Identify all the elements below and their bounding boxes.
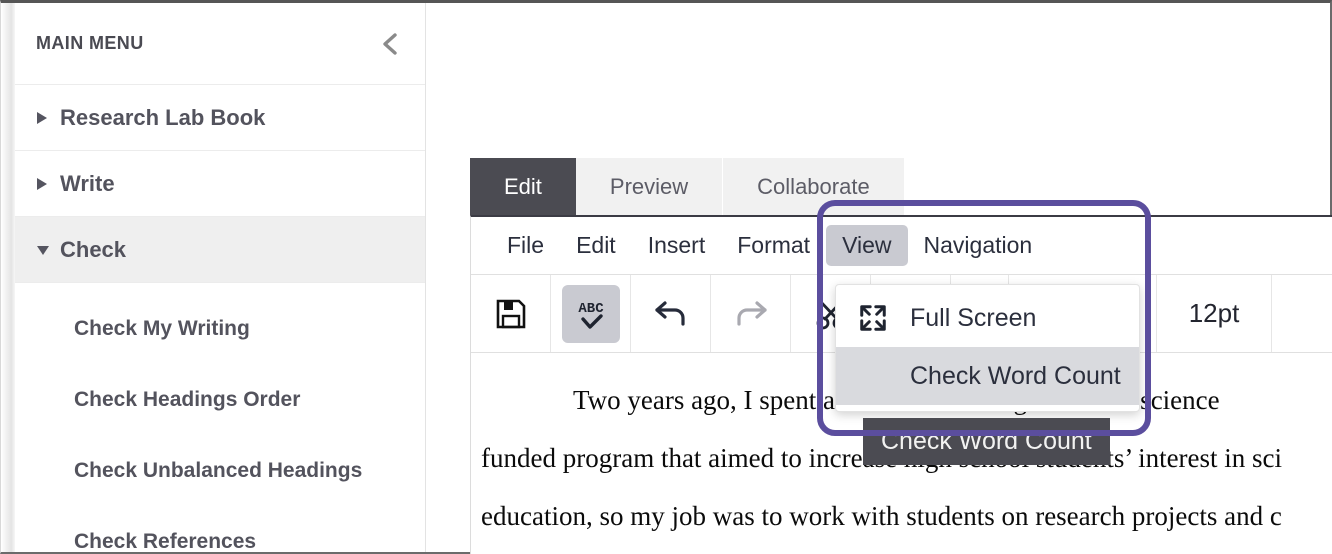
redo-arrow-icon[interactable]: [722, 285, 780, 343]
left-edge-gutter: [1, 3, 15, 552]
tab-preview[interactable]: Preview: [576, 158, 723, 215]
sidebar-item-label: Check References: [74, 530, 256, 554]
sidebar-group-label: Research Lab Book: [60, 105, 265, 131]
font-size-value: 12pt: [1189, 298, 1240, 329]
tab-label: Collaborate: [757, 174, 870, 200]
menu-label: Edit: [576, 232, 616, 258]
menu-label: Format: [737, 232, 810, 258]
menu-format[interactable]: Format: [721, 225, 826, 266]
sidebar-group-check[interactable]: Check: [15, 217, 425, 283]
sidebar-header: MAIN MENU: [15, 3, 425, 85]
triangle-right-icon: [36, 177, 54, 191]
editor-tabs: Edit Preview Collaborate: [470, 158, 905, 215]
toolbar-redo-cell[interactable]: [711, 275, 791, 352]
app-window: MAIN MENU Research Lab Book Write Che: [0, 0, 1332, 554]
sidebar-group-research-lab-book[interactable]: Research Lab Book: [15, 85, 425, 151]
sidebar-item-check-references[interactable]: Check References: [15, 506, 425, 554]
menu-label: View: [842, 232, 891, 258]
toolbar-undo-cell[interactable]: [631, 275, 711, 352]
sidebar-item-label: Check Unbalanced Headings: [74, 459, 362, 483]
sidebar-item-check-unbalanced-headings[interactable]: Check Unbalanced Headings: [15, 435, 425, 506]
sidebar-item-label: Check My Writing: [74, 317, 250, 341]
menu-label: File: [507, 232, 544, 258]
sidebar-group-label: Check: [60, 237, 126, 263]
editor-menubar: File Edit Insert Format View Navigation: [471, 217, 1332, 275]
sidebar-item-check-my-writing[interactable]: Check My Writing: [15, 293, 425, 364]
menu-navigation[interactable]: Navigation: [908, 225, 1049, 266]
toolbar-save-cell[interactable]: [471, 275, 551, 352]
tooltip-label: Check Word Count: [881, 427, 1092, 455]
sidebar-title: MAIN MENU: [36, 33, 144, 54]
menu-edit[interactable]: Edit: [560, 225, 632, 266]
tab-label: Edit: [504, 174, 542, 200]
save-floppy-icon[interactable]: [482, 285, 540, 343]
toolbar-spellcheck-cell[interactable]: ABC: [551, 275, 631, 352]
triangle-down-icon: [36, 244, 54, 256]
font-size-select[interactable]: 12pt: [1157, 275, 1272, 352]
editor-region: Edit Preview Collaborate File Edit Inser…: [427, 3, 1330, 552]
sidebar-item-check-headings-order[interactable]: Check Headings Order: [15, 364, 425, 435]
menu-label: Navigation: [924, 232, 1033, 258]
tab-edit[interactable]: Edit: [470, 158, 576, 215]
view-dropdown-menu: Full Screen Check Word Count: [835, 284, 1140, 412]
menu-label: Insert: [648, 232, 706, 258]
undo-arrow-icon[interactable]: [642, 285, 700, 343]
chevron-left-icon[interactable]: [379, 30, 401, 58]
sidebar-group-write[interactable]: Write: [15, 151, 425, 217]
sidebar: MAIN MENU Research Lab Book Write Che: [15, 3, 426, 552]
document-line: education, so my job was to work with st…: [481, 487, 1332, 545]
expand-fullscreen-icon: [858, 303, 910, 333]
sidebar-group-label: Write: [60, 171, 115, 197]
menu-insert[interactable]: Insert: [632, 225, 722, 266]
tooltip-check-word-count: Check Word Count: [863, 418, 1110, 465]
menu-item-label: Check Word Count: [858, 362, 1121, 391]
sidebar-check-sublist: Check My Writing Check Headings Order Ch…: [15, 283, 425, 554]
abc-spellcheck-icon[interactable]: ABC: [562, 285, 620, 343]
menu-item-check-word-count[interactable]: Check Word Count: [836, 347, 1139, 405]
menu-item-full-screen[interactable]: Full Screen: [836, 289, 1139, 347]
menu-file[interactable]: File: [491, 225, 560, 266]
sidebar-item-label: Check Headings Order: [74, 388, 300, 412]
toolbar-end-spacer: [1272, 275, 1332, 352]
triangle-right-icon: [36, 111, 54, 125]
tab-collaborate[interactable]: Collaborate: [723, 158, 905, 215]
tab-label: Preview: [610, 174, 688, 200]
menu-item-label: Full Screen: [910, 304, 1036, 333]
menu-view[interactable]: View: [826, 225, 907, 266]
